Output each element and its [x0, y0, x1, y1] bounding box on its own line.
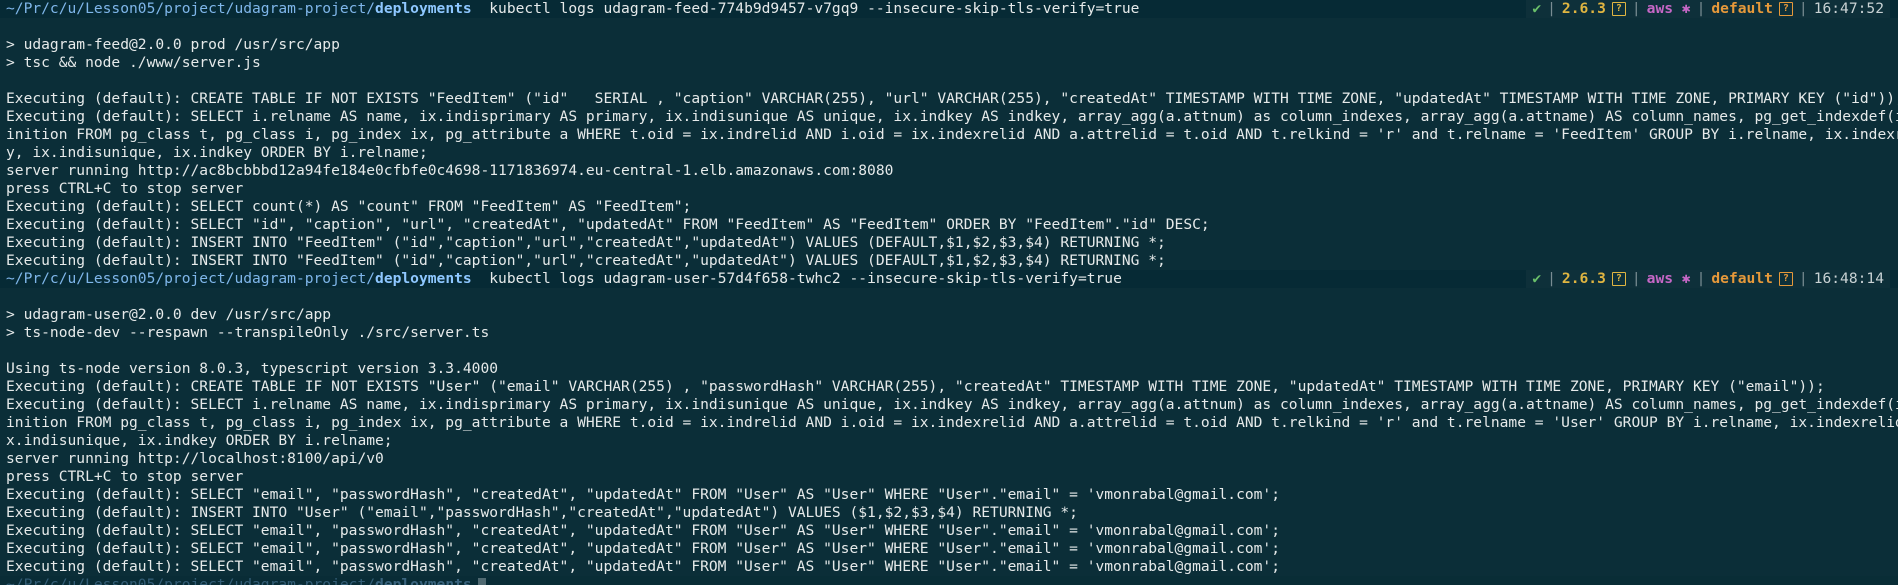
- prompt-time: 16:48:14: [1813, 270, 1884, 287]
- output-line: Executing (default): SELECT "email", "pa…: [6, 522, 1280, 539]
- status-separator: |: [1798, 270, 1808, 287]
- aws-profile: aws ✱: [1646, 0, 1691, 17]
- prompt-path: ~/Pr/c/u/Lesson05/project/udagram-projec…: [6, 0, 376, 17]
- help-box-icon: ?: [1778, 272, 1793, 286]
- prompt-line: ~/Pr/c/u/Lesson05/project/udagram-projec…: [0, 0, 1898, 18]
- prompt-directory: deployments: [375, 270, 472, 287]
- kube-context: default: [1711, 270, 1773, 287]
- output-line: Executing (default): SELECT i.relname AS…: [6, 396, 1898, 413]
- output-line: Executing (default): SELECT count(*) AS …: [6, 198, 692, 215]
- status-separator: |: [1631, 0, 1641, 17]
- success-check-icon: ✔: [1532, 0, 1542, 17]
- help-box-icon: ?: [1778, 2, 1793, 16]
- output-line: Executing (default): INSERT INTO "FeedIt…: [6, 252, 1166, 269]
- output-line: x.indisunique, ix.indkey ORDER BY i.reln…: [6, 432, 393, 449]
- kube-context: default: [1711, 0, 1773, 17]
- output-line: server running http://ac8bcbbbd12a94fe18…: [6, 162, 894, 179]
- status-separator: |: [1696, 270, 1706, 287]
- status-separator: |: [1696, 0, 1706, 17]
- aws-profile: aws ✱: [1646, 270, 1691, 287]
- prompt-directory: deployments: [375, 0, 472, 17]
- output-line: Executing (default): SELECT i.relname AS…: [6, 108, 1898, 125]
- prompt-time: 16:47:52: [1813, 0, 1884, 17]
- prompt-gap: [472, 0, 490, 17]
- prompt-line: ~/Pr/c/u/Lesson05/project/udagram-projec…: [0, 270, 1898, 288]
- text-cursor: [477, 578, 486, 585]
- output-line: press CTRL+C to stop server: [6, 468, 244, 485]
- command-text: kubectl logs udagram-feed-774b9d9457-v7g…: [489, 0, 1140, 17]
- output-line: press CTRL+C to stop server: [6, 180, 244, 197]
- output-line: > udagram-user@2.0.0 dev /usr/src/app: [6, 306, 332, 323]
- output-line: Executing (default): CREATE TABLE IF NOT…: [6, 90, 1898, 107]
- output-line: y, ix.indisunique, ix.indkey ORDER BY i.…: [6, 144, 428, 161]
- output-line: inition FROM pg_class t, pg_class i, pg_…: [6, 414, 1898, 431]
- prompt-path: ~/Pr/c/u/Lesson05/project/udagram-projec…: [6, 576, 376, 585]
- status-separator: |: [1798, 0, 1808, 17]
- output-line: > tsc && node ./www/server.js: [6, 54, 261, 71]
- output-line: inition FROM pg_class t, pg_class i, pg_…: [6, 126, 1898, 143]
- next-prompt-line[interactable]: ~/Pr/c/u/Lesson05/project/udagram-projec…: [0, 576, 1898, 585]
- output-line: server running http://localhost:8100/api…: [6, 450, 384, 467]
- prompt-status-segment: ✔ | 2.6.3? | aws ✱ | default? | 16:48:14: [1526, 270, 1890, 288]
- prompt-gap: [472, 270, 490, 287]
- version-indicator: 2.6.3: [1561, 270, 1606, 287]
- output-line: Executing (default): SELECT "email", "pa…: [6, 558, 1280, 575]
- output-line: > ts-node-dev --respawn --transpileOnly …: [6, 324, 490, 341]
- prompt-path: ~/Pr/c/u/Lesson05/project/udagram-projec…: [6, 270, 376, 287]
- output-line: Executing (default): INSERT INTO "FeedIt…: [6, 234, 1166, 251]
- prompt-directory: deployments: [375, 576, 472, 585]
- output-line: Using ts-node version 8.0.3, typescript …: [6, 360, 499, 377]
- output-line: Executing (default): SELECT "email", "pa…: [6, 540, 1280, 557]
- help-box-icon: ?: [1611, 272, 1626, 286]
- prompt-status-segment: ✔ | 2.6.3? | aws ✱ | default? | 16:47:52: [1526, 0, 1890, 18]
- output-line: Executing (default): SELECT "id", "capti…: [6, 216, 1210, 233]
- terminal-window[interactable]: ~/Pr/c/u/Lesson05/project/udagram-projec…: [0, 0, 1898, 585]
- status-separator: |: [1631, 270, 1641, 287]
- help-box-icon: ?: [1611, 2, 1626, 16]
- output-line: > udagram-feed@2.0.0 prod /usr/src/app: [6, 36, 340, 53]
- output-line: Executing (default): SELECT "email", "pa…: [6, 486, 1280, 503]
- output-line: Executing (default): CREATE TABLE IF NOT…: [6, 378, 1825, 395]
- status-separator: |: [1547, 270, 1556, 287]
- command-text: kubectl logs udagram-user-57d4f658-twhc2…: [489, 270, 1122, 287]
- output-line: Executing (default): INSERT INTO "User" …: [6, 504, 1078, 521]
- success-check-icon: ✔: [1532, 270, 1542, 287]
- status-separator: |: [1547, 0, 1556, 17]
- version-indicator: 2.6.3: [1561, 0, 1606, 17]
